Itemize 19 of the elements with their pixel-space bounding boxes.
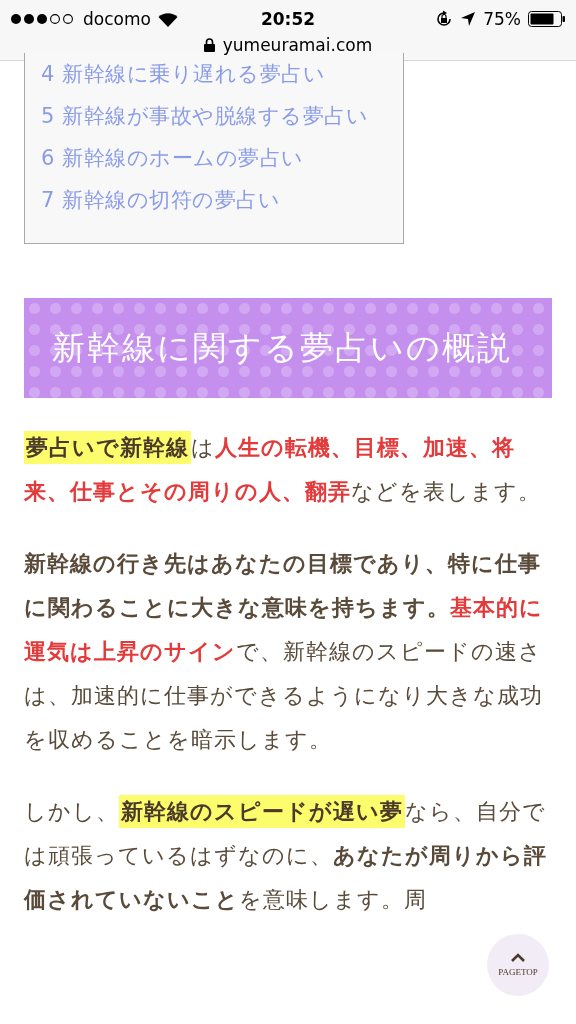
paragraph: 夢占いで新幹線は人生の転機、目標、加速、将来、仕事とその周りの人、翻弄などを表します。: [24, 426, 552, 514]
lock-icon: [203, 38, 215, 52]
battery-icon: [528, 11, 566, 27]
toc-link[interactable]: 6 新幹線のホームの夢占い: [41, 137, 387, 179]
page-top-button[interactable]: PAGETOP: [487, 934, 549, 996]
location-arrow-icon: [460, 11, 477, 27]
rotation-lock-icon: [435, 10, 454, 28]
signal-icon: [10, 13, 76, 25]
carrier-name: docomo: [83, 9, 151, 29]
wifi-icon: [157, 11, 178, 27]
section-heading: 新幹線に関する夢占いの概説: [24, 298, 552, 398]
paragraph: しかし、新幹線のスピードが遅い夢なら、自分では頑張っているはずなのに、あなたが周りから評価されていないこと を意味します。周: [24, 790, 552, 922]
caret-icon: [510, 953, 526, 963]
toc-link[interactable]: 5 新幹線が事故や脱線する夢占い: [41, 95, 387, 137]
clock-time: 20:52: [260, 9, 316, 29]
battery-percent: 75%: [483, 9, 521, 29]
url-text[interactable]: yumeuramai.com: [222, 35, 373, 55]
paragraph: 新幹線の行き先はあなたの目標であり、特に仕事に関わることに大きな意味を持ちます。基本的に運気は上昇のサインで、新幹線のスピードの速さは、加速的に仕事ができるようになり大きな成功を収めることを暗示します。: [24, 550, 544, 754]
toc-link[interactable]: 7 新幹線の切符の夢占い: [41, 179, 387, 221]
